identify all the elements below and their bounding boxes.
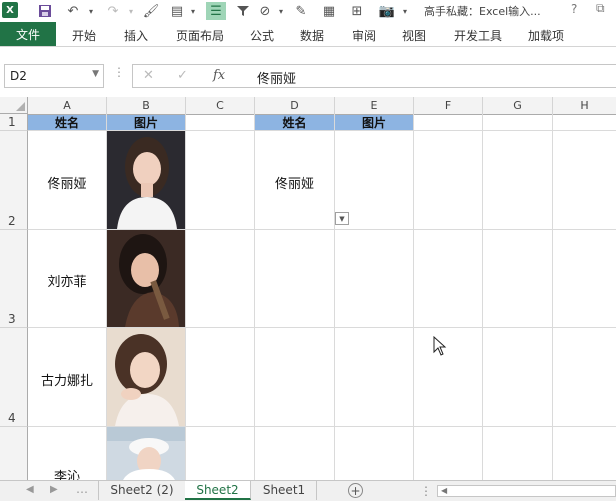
tab-formulas[interactable]: 公式 (250, 27, 274, 44)
format-painter-icon[interactable]: 🖌 (142, 2, 160, 20)
restore-icon[interactable]: ⧉ (596, 1, 605, 16)
tab-insert[interactable]: 插入 (124, 27, 148, 44)
column-header-a[interactable]: A (28, 97, 107, 114)
row-number: 2 (8, 214, 16, 228)
row-number: 3 (8, 312, 16, 326)
edit-icon[interactable]: ✎ (292, 2, 310, 20)
tab-review[interactable]: 审阅 (352, 27, 376, 44)
tab-home[interactable]: 开始 (72, 27, 96, 44)
name-box[interactable]: D2 ▼ (4, 64, 104, 88)
sheet-tab-bar: ◀ ▶ … Sheet2 (2) Sheet2 Sheet1 + ⋮ ◀ (0, 480, 616, 501)
undo-icon[interactable]: ↶ (64, 2, 82, 20)
cell-a3-name[interactable]: 刘亦菲 (28, 271, 106, 290)
row-header-1[interactable]: 1 (0, 114, 28, 131)
column-header-c[interactable]: C (186, 97, 255, 114)
row-number: 4 (8, 411, 16, 425)
name-box-value: D2 (10, 69, 27, 83)
tab-page-layout[interactable]: 页面布局 (176, 27, 224, 44)
select-all-button[interactable] (0, 97, 28, 114)
clear-filter-dropdown-icon[interactable]: ▾ (272, 2, 290, 20)
quick-access-toolbar: X ↶ ▾ ↷ ▾ 🖌 ▤ ▾ ☰ ⊘ ▾ ✎ ▦ ⊞ 📷 ▾ 高手私藏：Exc… (0, 0, 616, 23)
cancel-icon[interactable]: ✕ (143, 68, 154, 83)
insert-function-icon[interactable]: fx (213, 68, 225, 83)
column-header-g[interactable]: G (483, 97, 553, 114)
redo-dropdown-icon[interactable]: ▾ (122, 2, 140, 20)
tab-data[interactable]: 数据 (300, 27, 324, 44)
photo-portrait[interactable] (107, 230, 185, 327)
cell-e1-header[interactable]: 图片 (335, 115, 413, 130)
scroll-left-icon[interactable]: ◀ (441, 486, 447, 495)
formula-input[interactable]: 佟丽娅 (239, 64, 616, 88)
camera-icon[interactable]: 📷 (378, 2, 396, 20)
horizontal-scrollbar[interactable]: ◀ (437, 485, 616, 497)
row-header-4[interactable]: 4 (0, 328, 28, 427)
formula-buttons: ✕ ✓ fx (132, 64, 241, 88)
tab-view[interactable]: 视图 (402, 27, 426, 44)
enter-icon[interactable]: ✓ (177, 68, 188, 83)
help-button[interactable]: ? (571, 2, 577, 16)
filter-icon[interactable] (234, 2, 252, 20)
form-dropdown-icon[interactable]: ▾ (184, 2, 202, 20)
photo-portrait[interactable] (107, 427, 185, 480)
chevron-down-icon[interactable]: ▼ (92, 69, 99, 79)
column-header-f[interactable]: F (414, 97, 483, 114)
formula-value: 佟丽娅 (257, 72, 297, 87)
cell-a2-name[interactable]: 佟丽娅 (28, 173, 106, 192)
hierarchy-icon[interactable]: ⊞ (348, 2, 366, 20)
align-icon[interactable]: ☰ (206, 2, 226, 20)
tab-splitter-icon[interactable]: ⋮ (420, 484, 432, 498)
window-title: 高手私藏：Excel输入... (424, 5, 541, 18)
cell-a1-header[interactable]: 姓名 (28, 115, 106, 130)
ribbon-tab-bar: 文件 开始 插入 页面布局 公式 数据 审阅 视图 开发工具 加载项 (0, 22, 616, 47)
cell-a4-name[interactable]: 古力娜扎 (28, 370, 106, 389)
redo-icon[interactable]: ↷ (104, 2, 122, 20)
customize-dropdown-icon[interactable]: ▾ (396, 2, 414, 20)
previous-sheet-icon[interactable]: ◀ (26, 484, 34, 495)
row-header-3[interactable]: 3 (0, 230, 28, 328)
excel-logo-icon: X (2, 2, 18, 18)
column-header-e[interactable]: E (335, 97, 414, 114)
next-sheet-icon[interactable]: ▶ (50, 484, 58, 495)
mouse-cursor-icon (433, 336, 447, 356)
column-header-h[interactable]: H (553, 97, 616, 114)
cell-d1-header[interactable]: 姓名 (255, 115, 334, 130)
sheet-tab-sheet2-2[interactable]: Sheet2 (2) (98, 481, 186, 500)
column-header-d[interactable]: D (255, 97, 335, 114)
data-validation-icon[interactable]: ▦ (320, 2, 338, 20)
save-icon[interactable] (36, 2, 54, 20)
row-header-2[interactable]: 2 (0, 131, 28, 230)
photo-portrait[interactable] (107, 328, 185, 426)
row-number: 1 (8, 115, 16, 129)
tab-developer[interactable]: 开发工具 (454, 27, 502, 44)
column-header-b[interactable]: B (107, 97, 186, 114)
sheet-tab-sheet2[interactable]: Sheet2 (185, 481, 251, 500)
photo-portrait[interactable] (107, 131, 185, 229)
cell-b1-header[interactable]: 图片 (107, 115, 185, 130)
row-header-5[interactable] (0, 427, 28, 480)
tab-add-ins[interactable]: 加载项 (528, 27, 564, 44)
sheet-tab-sheet1[interactable]: Sheet1 (252, 481, 317, 500)
formula-bar-grip-icon: ⋮ (113, 65, 125, 79)
more-sheets-icon[interactable]: … (76, 482, 88, 496)
cell-d2-name-selector[interactable]: 佟丽娅 (255, 173, 334, 192)
undo-dropdown-icon[interactable]: ▾ (82, 2, 100, 20)
column-header-row: A B C D E F G H (0, 97, 616, 115)
dropdown-arrow-icon[interactable]: ▼ (335, 212, 349, 225)
formula-bar: D2 ▼ ⋮ ✕ ✓ fx 佟丽娅 (0, 62, 616, 90)
add-sheet-button[interactable]: + (348, 483, 363, 498)
tab-file[interactable]: 文件 (0, 22, 56, 46)
